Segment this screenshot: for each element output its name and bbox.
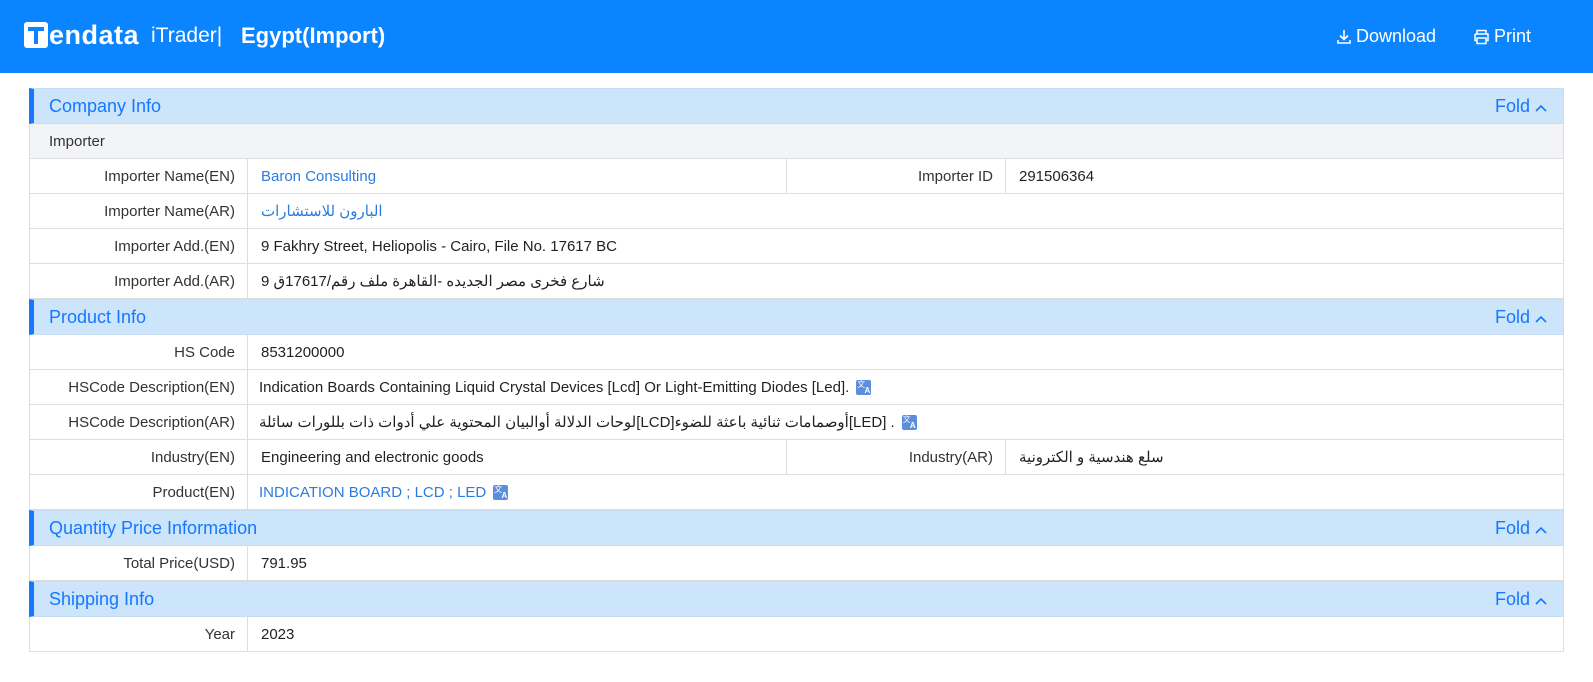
- field-label: HSCode Description(EN): [30, 370, 248, 404]
- table-row: HSCode Description(AR) لوحات الدلالة أوا…: [29, 405, 1564, 440]
- translate-icon[interactable]: [901, 414, 917, 430]
- page-title: Egypt(Import): [241, 23, 386, 48]
- table-row: HSCode Description(EN) Indication Boards…: [29, 370, 1564, 405]
- section-title: Product Info: [49, 306, 147, 327]
- print-button[interactable]: Print: [1473, 26, 1531, 47]
- tendata-logo[interactable]: endata: [24, 20, 139, 50]
- download-icon: [1336, 29, 1352, 45]
- field-label: Industry(AR): [787, 440, 1006, 474]
- field-label: Industry(EN): [30, 440, 248, 474]
- itrader-label: iTrader|: [151, 24, 223, 47]
- importer-subheader: Importer: [29, 124, 1564, 159]
- field-label: HSCode Description(AR): [30, 405, 248, 439]
- importer-add-ar-value: 9 شارع فخرى مصر الجديده -القاهرة ملف رقم…: [261, 273, 605, 290]
- download-label: Download: [1356, 26, 1437, 46]
- industry-en-value: Engineering and electronic goods: [248, 440, 787, 474]
- translate-icon[interactable]: [856, 379, 872, 395]
- logo-text: endata: [49, 19, 140, 50]
- download-button[interactable]: Download: [1336, 26, 1436, 47]
- importer-name-ar-link[interactable]: البارون للاستشارات: [261, 202, 383, 220]
- table-row: Importer Name(EN) Baron Consulting Impor…: [29, 159, 1564, 194]
- company-info-header: Company Info Fold: [29, 88, 1564, 124]
- total-price-value: 791.95: [261, 554, 307, 572]
- hs-desc-ar-value: لوحات الدلالة أوالبيان المحتوية علي أدوا…: [259, 414, 895, 431]
- quantity-price-header: Quantity Price Information Fold: [29, 510, 1564, 546]
- fold-button[interactable]: Fold: [1495, 96, 1547, 117]
- chevron-up-icon: [1535, 96, 1547, 117]
- table-row: Product(EN) INDICATION BOARD ; LCD ; LED: [29, 475, 1564, 510]
- fold-button[interactable]: Fold: [1495, 307, 1547, 328]
- importer-id-value: 291506364: [1019, 167, 1095, 185]
- field-label: Importer ID: [787, 159, 1006, 193]
- section-title: Shipping Info: [49, 588, 155, 609]
- table-row: Industry(EN) Engineering and electronic …: [29, 440, 1564, 475]
- table-row: Importer Name(AR) البارون للاستشارات: [29, 194, 1564, 229]
- table-row: Importer Add.(AR) 9 شارع فخرى مصر الجديد…: [29, 264, 1564, 299]
- fold-button[interactable]: Fold: [1495, 589, 1547, 610]
- table-row: Total Price(USD) 791.95: [29, 546, 1564, 581]
- field-label: Importer Name(AR): [30, 194, 248, 228]
- field-label: Total Price(USD): [30, 546, 248, 580]
- hs-desc-en-value: Indication Boards Containing Liquid Crys…: [259, 378, 850, 396]
- product-en-link[interactable]: INDICATION BOARD ; LCD ; LED: [259, 484, 486, 501]
- top-bar: endata iTrader| Egypt(Import) Download P…: [0, 0, 1593, 73]
- field-label: Importer Add.(AR): [30, 264, 248, 298]
- field-label: Importer Add.(EN): [30, 229, 248, 263]
- shipping-info-header: Shipping Info Fold: [29, 581, 1564, 617]
- detail-content: Company Info Fold Importer Importer Name…: [29, 88, 1564, 652]
- hs-code-value: 8531200000: [261, 343, 345, 361]
- section-title: Quantity Price Information: [49, 517, 258, 538]
- print-label: Print: [1494, 26, 1532, 46]
- table-row: Year 2023: [29, 617, 1564, 652]
- fold-button[interactable]: Fold: [1495, 518, 1547, 539]
- table-row: Importer Add.(EN) 9 Fakhry Street, Helio…: [29, 229, 1564, 264]
- chevron-up-icon: [1535, 589, 1547, 610]
- chevron-up-icon: [1535, 307, 1547, 328]
- importer-name-en-link[interactable]: Baron Consulting: [261, 168, 376, 185]
- chevron-up-icon: [1535, 518, 1547, 539]
- printer-icon: [1473, 29, 1490, 45]
- translate-icon[interactable]: [493, 484, 509, 500]
- field-label: Importer Name(EN): [30, 159, 248, 193]
- field-label: HS Code: [30, 335, 248, 369]
- product-info-header: Product Info Fold: [29, 299, 1564, 335]
- logo-mark-icon: [24, 22, 48, 48]
- field-label: Product(EN): [30, 475, 248, 509]
- industry-ar-value: سلع هندسية و الكترونية: [1019, 449, 1164, 466]
- section-title: Company Info: [49, 95, 162, 116]
- importer-add-en-value: 9 Fakhry Street, Heliopolis - Cairo, Fil…: [261, 237, 617, 255]
- year-value: 2023: [261, 625, 295, 643]
- table-row: HS Code 8531200000: [29, 335, 1564, 370]
- field-label: Year: [30, 617, 248, 651]
